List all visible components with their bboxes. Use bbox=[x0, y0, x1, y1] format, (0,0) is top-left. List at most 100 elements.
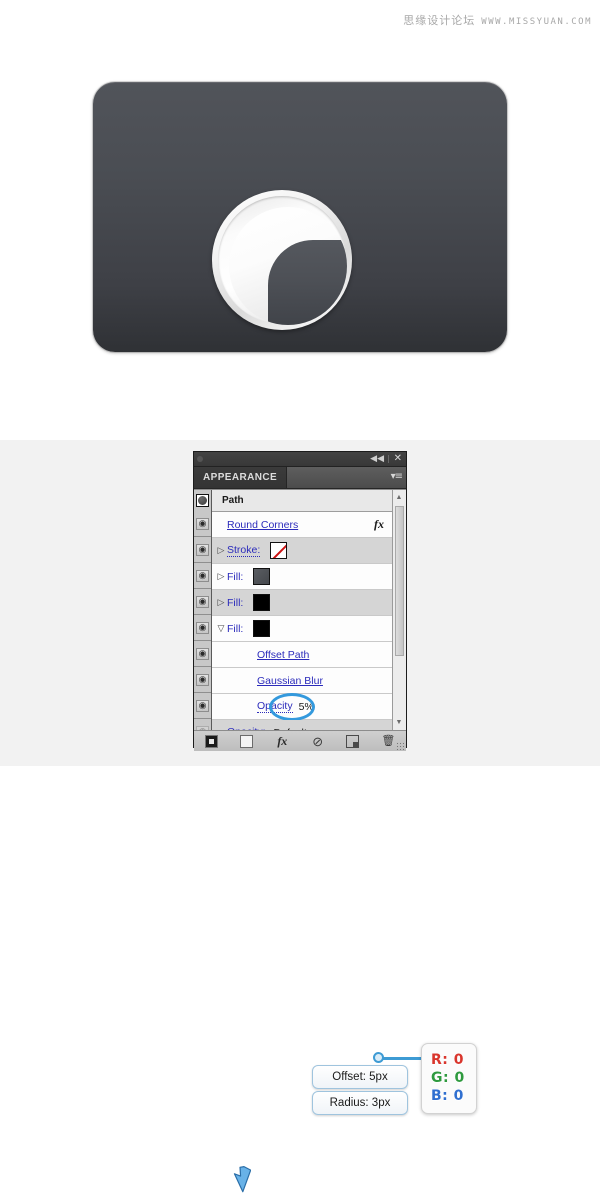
panel-backdrop: ◀◀ ✕ APPEARANCE ▾≡ ◉◉◉◉◉◉◉◉◉ Path bbox=[0, 440, 600, 1193]
visibility-toggle-fill-3-expanded[interactable]: ◉ bbox=[194, 615, 211, 641]
visibility-toggle-round-corners[interactable]: ◉ bbox=[194, 511, 211, 537]
stroke-swatch-icon bbox=[205, 734, 219, 748]
rgb-blue-value: 0 bbox=[453, 1088, 464, 1104]
appearance-row-round-corners[interactable]: ·Round Corners fx bbox=[212, 512, 392, 538]
disclosure-spacer: · bbox=[215, 650, 227, 659]
clear-appearance-button[interactable]: ⊘ bbox=[300, 731, 335, 751]
appearance-row-opacity-default[interactable]: ·Opacity:Default bbox=[212, 720, 392, 730]
appearance-panel: ◀◀ ✕ APPEARANCE ▾≡ ◉◉◉◉◉◉◉◉◉ Path bbox=[193, 451, 407, 751]
appearance-row-fill-2[interactable]: ▷ Fill: bbox=[212, 590, 392, 616]
row-value-opacity-effect[interactable]: 5% bbox=[299, 701, 314, 713]
row-label-fill-1[interactable]: Fill: bbox=[227, 571, 243, 583]
row-label-fill-3-expanded[interactable]: Fill: bbox=[227, 623, 243, 635]
row-label-gaussian-blur[interactable]: Gaussian Blur bbox=[257, 675, 323, 687]
path-header-row[interactable]: Path bbox=[212, 490, 392, 512]
row-label-fill-2[interactable]: Fill: bbox=[227, 597, 243, 609]
panel-body: ◉◉◉◉◉◉◉◉◉ Path ·Round Cornersfx▷Stroke:▷… bbox=[194, 489, 406, 745]
eye-glyph: ◉ bbox=[198, 674, 207, 684]
row-label-round-corners[interactable]: Round Corners bbox=[227, 519, 298, 531]
page-title: Path bbox=[222, 495, 244, 506]
color-swatch-fill-2[interactable] bbox=[253, 594, 271, 611]
eye-icon: ◉ bbox=[196, 699, 209, 712]
visibility-toggle-fill-2[interactable]: ◉ bbox=[194, 589, 211, 615]
disclosure-triangle-icon[interactable]: ▽ bbox=[215, 624, 227, 633]
watermark-cjk: 思缘设计论坛 bbox=[403, 14, 476, 27]
eye-glyph: ◉ bbox=[198, 596, 207, 606]
artwork-canvas: 思缘设计论坛 WWW.MISSYUAN.COM bbox=[0, 0, 600, 440]
appearance-row-stroke[interactable]: ▷ Stroke: bbox=[212, 538, 392, 564]
close-icon[interactable]: ✕ bbox=[394, 452, 402, 466]
mouse-cursor-icon bbox=[233, 1166, 251, 1193]
disclosure-triangle-icon[interactable]: ▷ bbox=[215, 598, 227, 607]
tab-appearance[interactable]: APPEARANCE bbox=[194, 467, 288, 488]
add-new-effect-button[interactable]: fx bbox=[265, 731, 300, 751]
row-label-stroke[interactable]: Stroke: bbox=[227, 544, 261, 557]
dark-rounded-card bbox=[93, 82, 507, 352]
knob-outer-ring bbox=[212, 190, 352, 330]
disclosure-spacer: · bbox=[215, 702, 227, 711]
fx-icon-round-corners[interactable]: fx bbox=[374, 517, 384, 532]
appearance-row-gaussian-blur[interactable]: · Gaussian Blur bbox=[212, 668, 392, 694]
add-new-fill-button[interactable] bbox=[229, 731, 264, 751]
appearance-row-opacity-effect[interactable]: · Opacity 5% bbox=[212, 693, 392, 721]
no-symbol-icon: ⊘ bbox=[312, 733, 324, 749]
rgb-green-value: 0 bbox=[454, 1070, 465, 1086]
eye-icon: ◉ bbox=[196, 569, 209, 582]
knob-face bbox=[229, 207, 347, 325]
disclosure-spacer: · bbox=[215, 676, 227, 685]
rgb-blue-line: B: 0 bbox=[431, 1087, 476, 1105]
eye-glyph: ◉ bbox=[198, 622, 207, 632]
eye-glyph: ◉ bbox=[198, 518, 207, 528]
rgb-red-value: 0 bbox=[453, 1052, 465, 1068]
eye-icon: ◉ bbox=[196, 595, 209, 608]
duplicate-icon bbox=[346, 734, 360, 748]
tab-filler bbox=[287, 467, 406, 488]
eye-icon: ◉ bbox=[196, 673, 209, 686]
row-label-opacity-effect[interactable]: Opacity bbox=[257, 700, 293, 713]
disclosure-triangle-icon[interactable]: ▷ bbox=[215, 546, 227, 555]
path-thumbnail[interactable] bbox=[196, 494, 209, 507]
scroll-up-arrow[interactable]: ▲ bbox=[394, 492, 404, 503]
appearance-row-fill-3-expanded[interactable]: ▽ Fill: bbox=[212, 616, 392, 642]
visibility-toggle-gaussian-blur[interactable]: ◉ bbox=[194, 667, 211, 693]
eye-icon: ◉ bbox=[196, 543, 209, 556]
scroll-thumb[interactable] bbox=[395, 506, 404, 656]
visibility-toggle-fill-1[interactable]: ◉ bbox=[194, 563, 211, 589]
panel-menu-icon[interactable]: ▾≡ bbox=[391, 471, 403, 483]
eye-glyph: ◉ bbox=[198, 570, 207, 580]
appearance-row-list: ·Round Cornersfx▷Stroke:▷Fill:▷Fill:▽Fil… bbox=[212, 512, 392, 730]
add-new-stroke-button[interactable] bbox=[194, 731, 229, 751]
rgb-red-line: R: 0 bbox=[431, 1051, 476, 1069]
visibility-toggle-stroke[interactable]: ◉ bbox=[194, 537, 211, 563]
appearance-rows-column: Path ·Round Cornersfx▷Stroke:▷Fill:▷Fill… bbox=[212, 490, 392, 730]
visibility-toggle-opacity-effect[interactable]: ◉ bbox=[194, 693, 211, 719]
appearance-row-fill-1[interactable]: ▷ Fill: bbox=[212, 564, 392, 590]
collapse-icon[interactable]: ◀◀ bbox=[370, 453, 384, 466]
panel-bottom-toolbar: fx ⊘ 🗑 bbox=[194, 730, 406, 751]
eye-icon: ◉ bbox=[196, 647, 209, 660]
watermark: 思缘设计论坛 WWW.MISSYUAN.COM bbox=[403, 12, 592, 28]
rgb-color-readout: R: 0 G: 0 B: 0 bbox=[421, 1043, 477, 1114]
callout-radius-value: Radius: 3px bbox=[312, 1091, 408, 1115]
resize-grip-icon[interactable] bbox=[396, 742, 404, 750]
visibility-column: ◉◉◉◉◉◉◉◉◉ bbox=[194, 490, 212, 745]
color-swatch-fill-1[interactable] bbox=[253, 568, 271, 585]
scroll-down-arrow[interactable]: ▼ bbox=[394, 717, 404, 728]
appearance-row-offset-path[interactable]: · Offset Path bbox=[212, 642, 392, 668]
duplicate-item-button[interactable] bbox=[335, 731, 370, 751]
rgb-blue-label: B: bbox=[431, 1088, 449, 1104]
color-swatch-stroke[interactable] bbox=[270, 542, 288, 559]
eye-glyph: ◉ bbox=[198, 700, 207, 710]
panel-scrollbar[interactable]: ▲ ▼ bbox=[392, 490, 406, 730]
panel-titlebar: ◀◀ ✕ bbox=[194, 452, 406, 467]
fx-icon: fx bbox=[277, 733, 288, 748]
path-thumbnail-cell bbox=[194, 490, 212, 511]
row-label-offset-path[interactable]: Offset Path bbox=[257, 649, 309, 661]
color-swatch-fill-3-expanded[interactable] bbox=[253, 620, 271, 637]
eye-glyph: ◉ bbox=[198, 648, 207, 658]
callout-connector-endpoint bbox=[373, 1052, 384, 1063]
trash-icon: 🗑 bbox=[381, 734, 396, 747]
callout-offset-value: Offset: 5px bbox=[312, 1065, 408, 1089]
visibility-toggle-offset-path[interactable]: ◉ bbox=[194, 641, 211, 667]
disclosure-triangle-icon[interactable]: ▷ bbox=[215, 572, 227, 581]
